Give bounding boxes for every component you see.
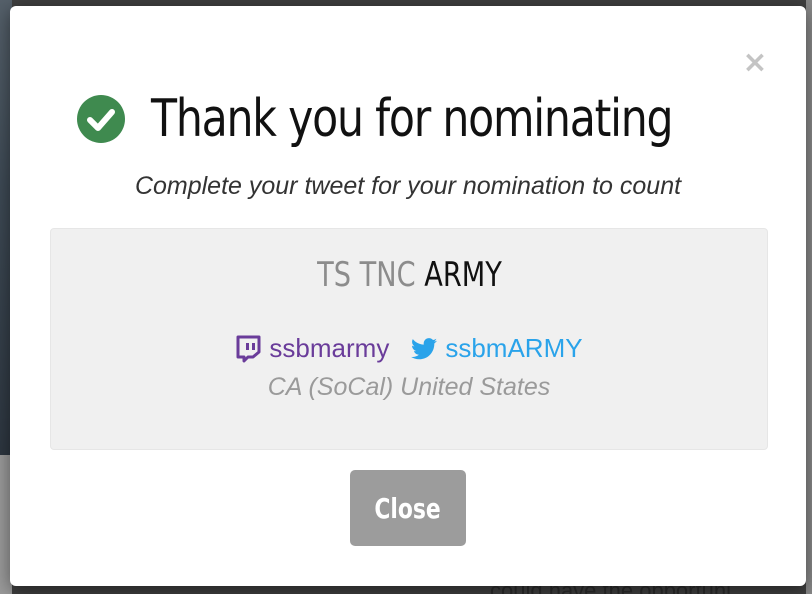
team-name: ARMY <box>423 255 502 295</box>
twitch-icon <box>236 335 261 362</box>
twitter-icon <box>411 337 438 359</box>
close-button-label: Close <box>374 491 442 525</box>
modal-subtitle: Complete your tweet for your nomination … <box>134 172 682 200</box>
nominee-name: TS TNC ARMY <box>51 255 767 295</box>
nomination-modal: × Thank you for nominating Complete your… <box>10 6 806 586</box>
twitter-link[interactable]: ssbmARMY <box>411 333 583 364</box>
close-button[interactable]: Close <box>350 470 466 546</box>
check-circle-icon <box>77 95 125 143</box>
background-edge <box>806 0 812 594</box>
close-icon[interactable]: × <box>742 48 768 78</box>
nominee-card: TS TNC ARMY ssbmarmy ssbmARMY CA (SoCal) <box>50 228 768 450</box>
modal-title: Thank you for nominating <box>151 89 674 149</box>
twitch-link[interactable]: ssbmarmy <box>235 333 389 364</box>
social-links: ssbmarmy ssbmARMY <box>51 333 767 364</box>
team-prefix: TS TNC <box>316 255 416 295</box>
twitter-handle: ssbmARMY <box>445 333 583 363</box>
modal-header: Thank you for nominating <box>10 84 806 154</box>
twitch-handle: ssbmarmy <box>269 333 390 363</box>
nominee-location: CA (SoCal) United States <box>267 373 551 401</box>
